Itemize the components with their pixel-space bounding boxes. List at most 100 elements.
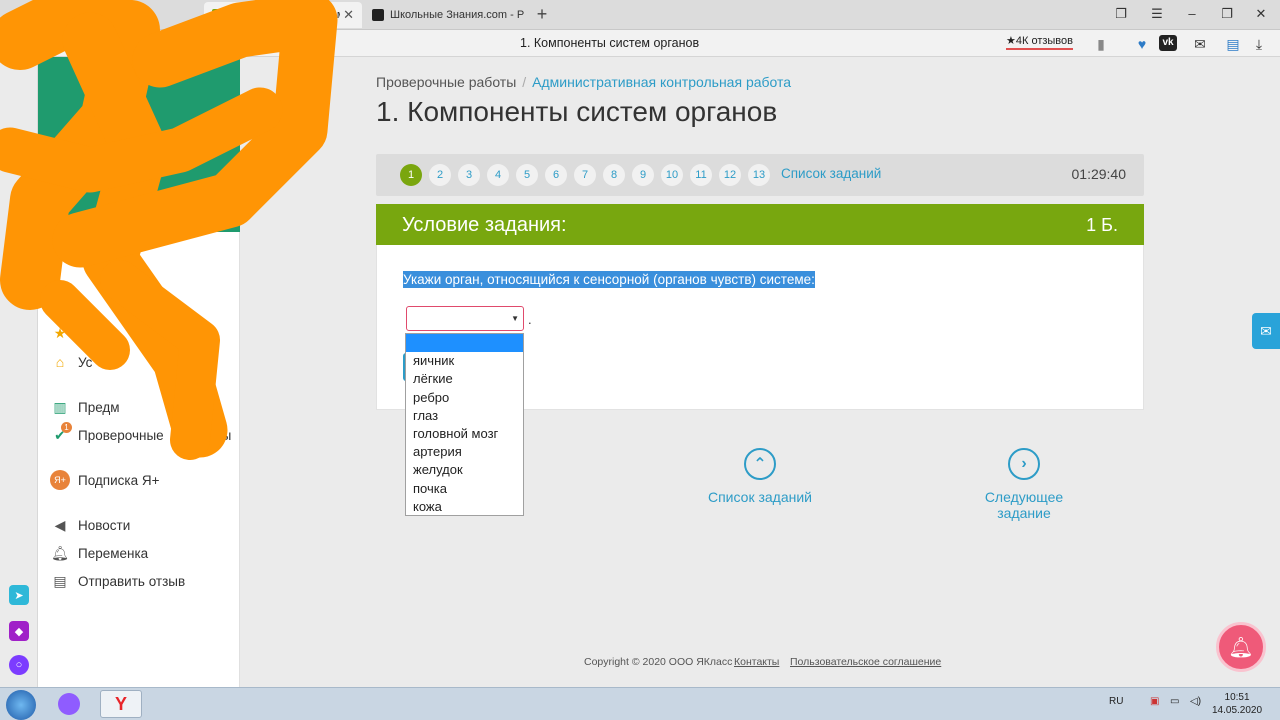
address-bar[interactable]: ass.ru 1. Компоненты систем органов ★4К …: [0, 30, 1280, 57]
messages-icon[interactable]: ✉: [1191, 36, 1209, 53]
next-task-nav[interactable]: › Следующее задание: [958, 448, 1090, 521]
page-number-10[interactable]: 10: [661, 164, 683, 186]
sidebar-item-institutions[interactable]: ⌂ Ус: [38, 350, 93, 374]
dropdown-option[interactable]: ребро: [406, 389, 523, 407]
dropdown-option[interactable]: [406, 334, 523, 353]
clock-date: 14.05.2020: [1212, 705, 1263, 716]
sidebar-item-break[interactable]: 🔔︎ Переменка: [38, 541, 148, 565]
page-number-6[interactable]: 6: [545, 164, 567, 186]
send-icon[interactable]: ➤: [9, 585, 29, 605]
sidebar-item-label: Проверочные: [78, 427, 164, 443]
profile-link[interactable]: филь: [194, 187, 224, 199]
sidebar-item-tests[interactable]: ✔ 1 Проверочные ы: [38, 422, 232, 447]
menu-icon[interactable]: ☰: [1148, 6, 1166, 22]
reviews-badge[interactable]: ★4К отзывов: [1006, 34, 1073, 50]
sidebar-item-feedback[interactable]: ▤ Отправить отзыв: [38, 569, 185, 593]
footer-agreement[interactable]: Пользовательское соглашение: [790, 656, 941, 668]
play-icon[interactable]: ▶: [9, 279, 29, 299]
start-button-icon[interactable]: [6, 690, 36, 720]
tab-favicon-icon: [372, 9, 384, 21]
footer-contacts[interactable]: Контакты: [734, 656, 779, 668]
minimize-icon[interactable]: –: [1183, 6, 1201, 21]
maximize-icon[interactable]: ❐: [1218, 6, 1236, 22]
page-number-4[interactable]: 4: [487, 164, 509, 186]
dropdown-arrow-icon: ▼: [511, 314, 519, 323]
dropdown-option[interactable]: желудок: [406, 461, 523, 479]
dropdown-option[interactable]: головной мозг: [406, 425, 523, 443]
heart-icon[interactable]: ♥: [1133, 36, 1151, 52]
page-number-12[interactable]: 12: [719, 164, 741, 186]
vk-icon[interactable]: vk: [1159, 35, 1177, 51]
notification-badge: 1: [61, 422, 72, 433]
dropdown-option[interactable]: глаз: [406, 407, 523, 425]
tab-label: Школьные Знания.com - Р: [390, 9, 524, 21]
clock-time: 10:51: [1224, 692, 1250, 703]
breadcrumb-admin-test[interactable]: Административная контрольная работа: [532, 74, 791, 90]
sidebar-search[interactable]: ⌕ к по с: [38, 277, 143, 301]
page-number-3[interactable]: 3: [458, 164, 480, 186]
close-window-icon[interactable]: ✕: [1252, 6, 1270, 22]
task-list-nav[interactable]: ⌃ Список заданий: [706, 448, 814, 505]
page-number-8[interactable]: 8: [603, 164, 625, 186]
bookmarks-icon[interactable]: ❐: [1112, 6, 1130, 22]
sidebar-item-news[interactable]: ◀ Новости: [38, 513, 131, 537]
sidebar-item-label: Переменка: [78, 545, 149, 561]
display-icon[interactable]: ▭: [1170, 696, 1179, 707]
tab-favicon-icon: [52, 9, 64, 21]
extension-icon[interactable]: ▤: [1224, 36, 1242, 53]
page-number-7[interactable]: 7: [574, 164, 596, 186]
sidebar-item-subjects[interactable]: ▥ Предм: [38, 395, 119, 419]
dropdown-option[interactable]: артерия: [406, 443, 523, 461]
page-number-2[interactable]: 2: [429, 164, 451, 186]
task-list-link[interactable]: Список заданий: [781, 166, 881, 181]
taskbar-alice[interactable]: [48, 690, 90, 718]
tab-close-icon[interactable]: ✕: [343, 7, 354, 23]
game-icon[interactable]: ◆: [9, 621, 29, 641]
answer-select[interactable]: ▼: [406, 306, 524, 331]
dropdown-option[interactable]: лёгкие: [406, 370, 523, 388]
download-icon[interactable]: ⤓: [1250, 36, 1268, 53]
books-icon: ▥: [53, 398, 67, 415]
breadcrumb-tests[interactable]: Проверочные работы: [376, 74, 516, 90]
page-number-1[interactable]: 1: [400, 164, 422, 186]
tab-label: 1. Компоненты систем органов: [230, 9, 340, 21]
sidebar-item-label: Ус: [78, 354, 93, 370]
tab-yaklass[interactable]: 1. Компоненты систем органов ✕: [204, 2, 362, 28]
sidebar-item-label: Отправить отзыв: [78, 573, 186, 589]
sidebar-item-label: Новости: [78, 517, 131, 533]
taskbar-yandex-browser[interactable]: Y: [100, 690, 142, 718]
points-label: 1 Б.: [1086, 215, 1118, 235]
address-domain[interactable]: ass.ru: [180, 35, 225, 51]
mail-icon[interactable]: ✉: [1252, 313, 1280, 349]
new-tab-button[interactable]: +: [532, 4, 552, 25]
dropdown-option[interactable]: почка: [406, 480, 523, 498]
page-number-13[interactable]: 13: [748, 164, 770, 186]
question-text: Укажи орган, относящийся к сенсорной (ор…: [403, 271, 815, 288]
dropdown-option[interactable]: кожа: [406, 498, 523, 516]
sidebar-search-label: к по с: [108, 281, 143, 297]
bell-icon: 🔔︎: [51, 544, 69, 561]
page-number-5[interactable]: 5: [516, 164, 538, 186]
sidebar-header: филь: [38, 57, 240, 232]
language-indicator[interactable]: RU: [1109, 696, 1123, 707]
sidebar-item-subscription[interactable]: Я+ Подписка Я+: [38, 468, 160, 492]
alice-icon[interactable]: ○: [9, 655, 29, 675]
note-icon[interactable]: ▢: [9, 243, 29, 263]
volume-icon[interactable]: ◁): [1190, 696, 1201, 707]
sidebar-item-favorites[interactable]: ★: [38, 321, 78, 345]
bookmark-icon[interactable]: ▮: [1092, 36, 1110, 53]
search-icon: ⌕: [56, 280, 64, 297]
network-icon[interactable]: ▣: [1150, 696, 1159, 707]
tab-znania[interactable]: Школьные Знания.com - Р: [364, 2, 524, 28]
sidebar-item-label-tail: ы: [221, 427, 232, 443]
taskbar: Y RU ▣ ▭ ◁) 10:51 14.05.2020: [0, 687, 1280, 720]
system-clock[interactable]: 10:51 14.05.2020: [1212, 691, 1262, 717]
agreement-link[interactable]: Пользовательское соглашение: [790, 656, 941, 668]
dropdown-option[interactable]: яичник: [406, 352, 523, 370]
feedback-icon: ▤: [53, 572, 67, 589]
tab-lx[interactable]: LX: [44, 2, 192, 28]
notification-bell-icon[interactable]: 🔔︎: [1216, 622, 1266, 672]
contacts-link[interactable]: Контакты: [734, 656, 779, 668]
page-number-11[interactable]: 11: [690, 164, 712, 186]
page-number-9[interactable]: 9: [632, 164, 654, 186]
